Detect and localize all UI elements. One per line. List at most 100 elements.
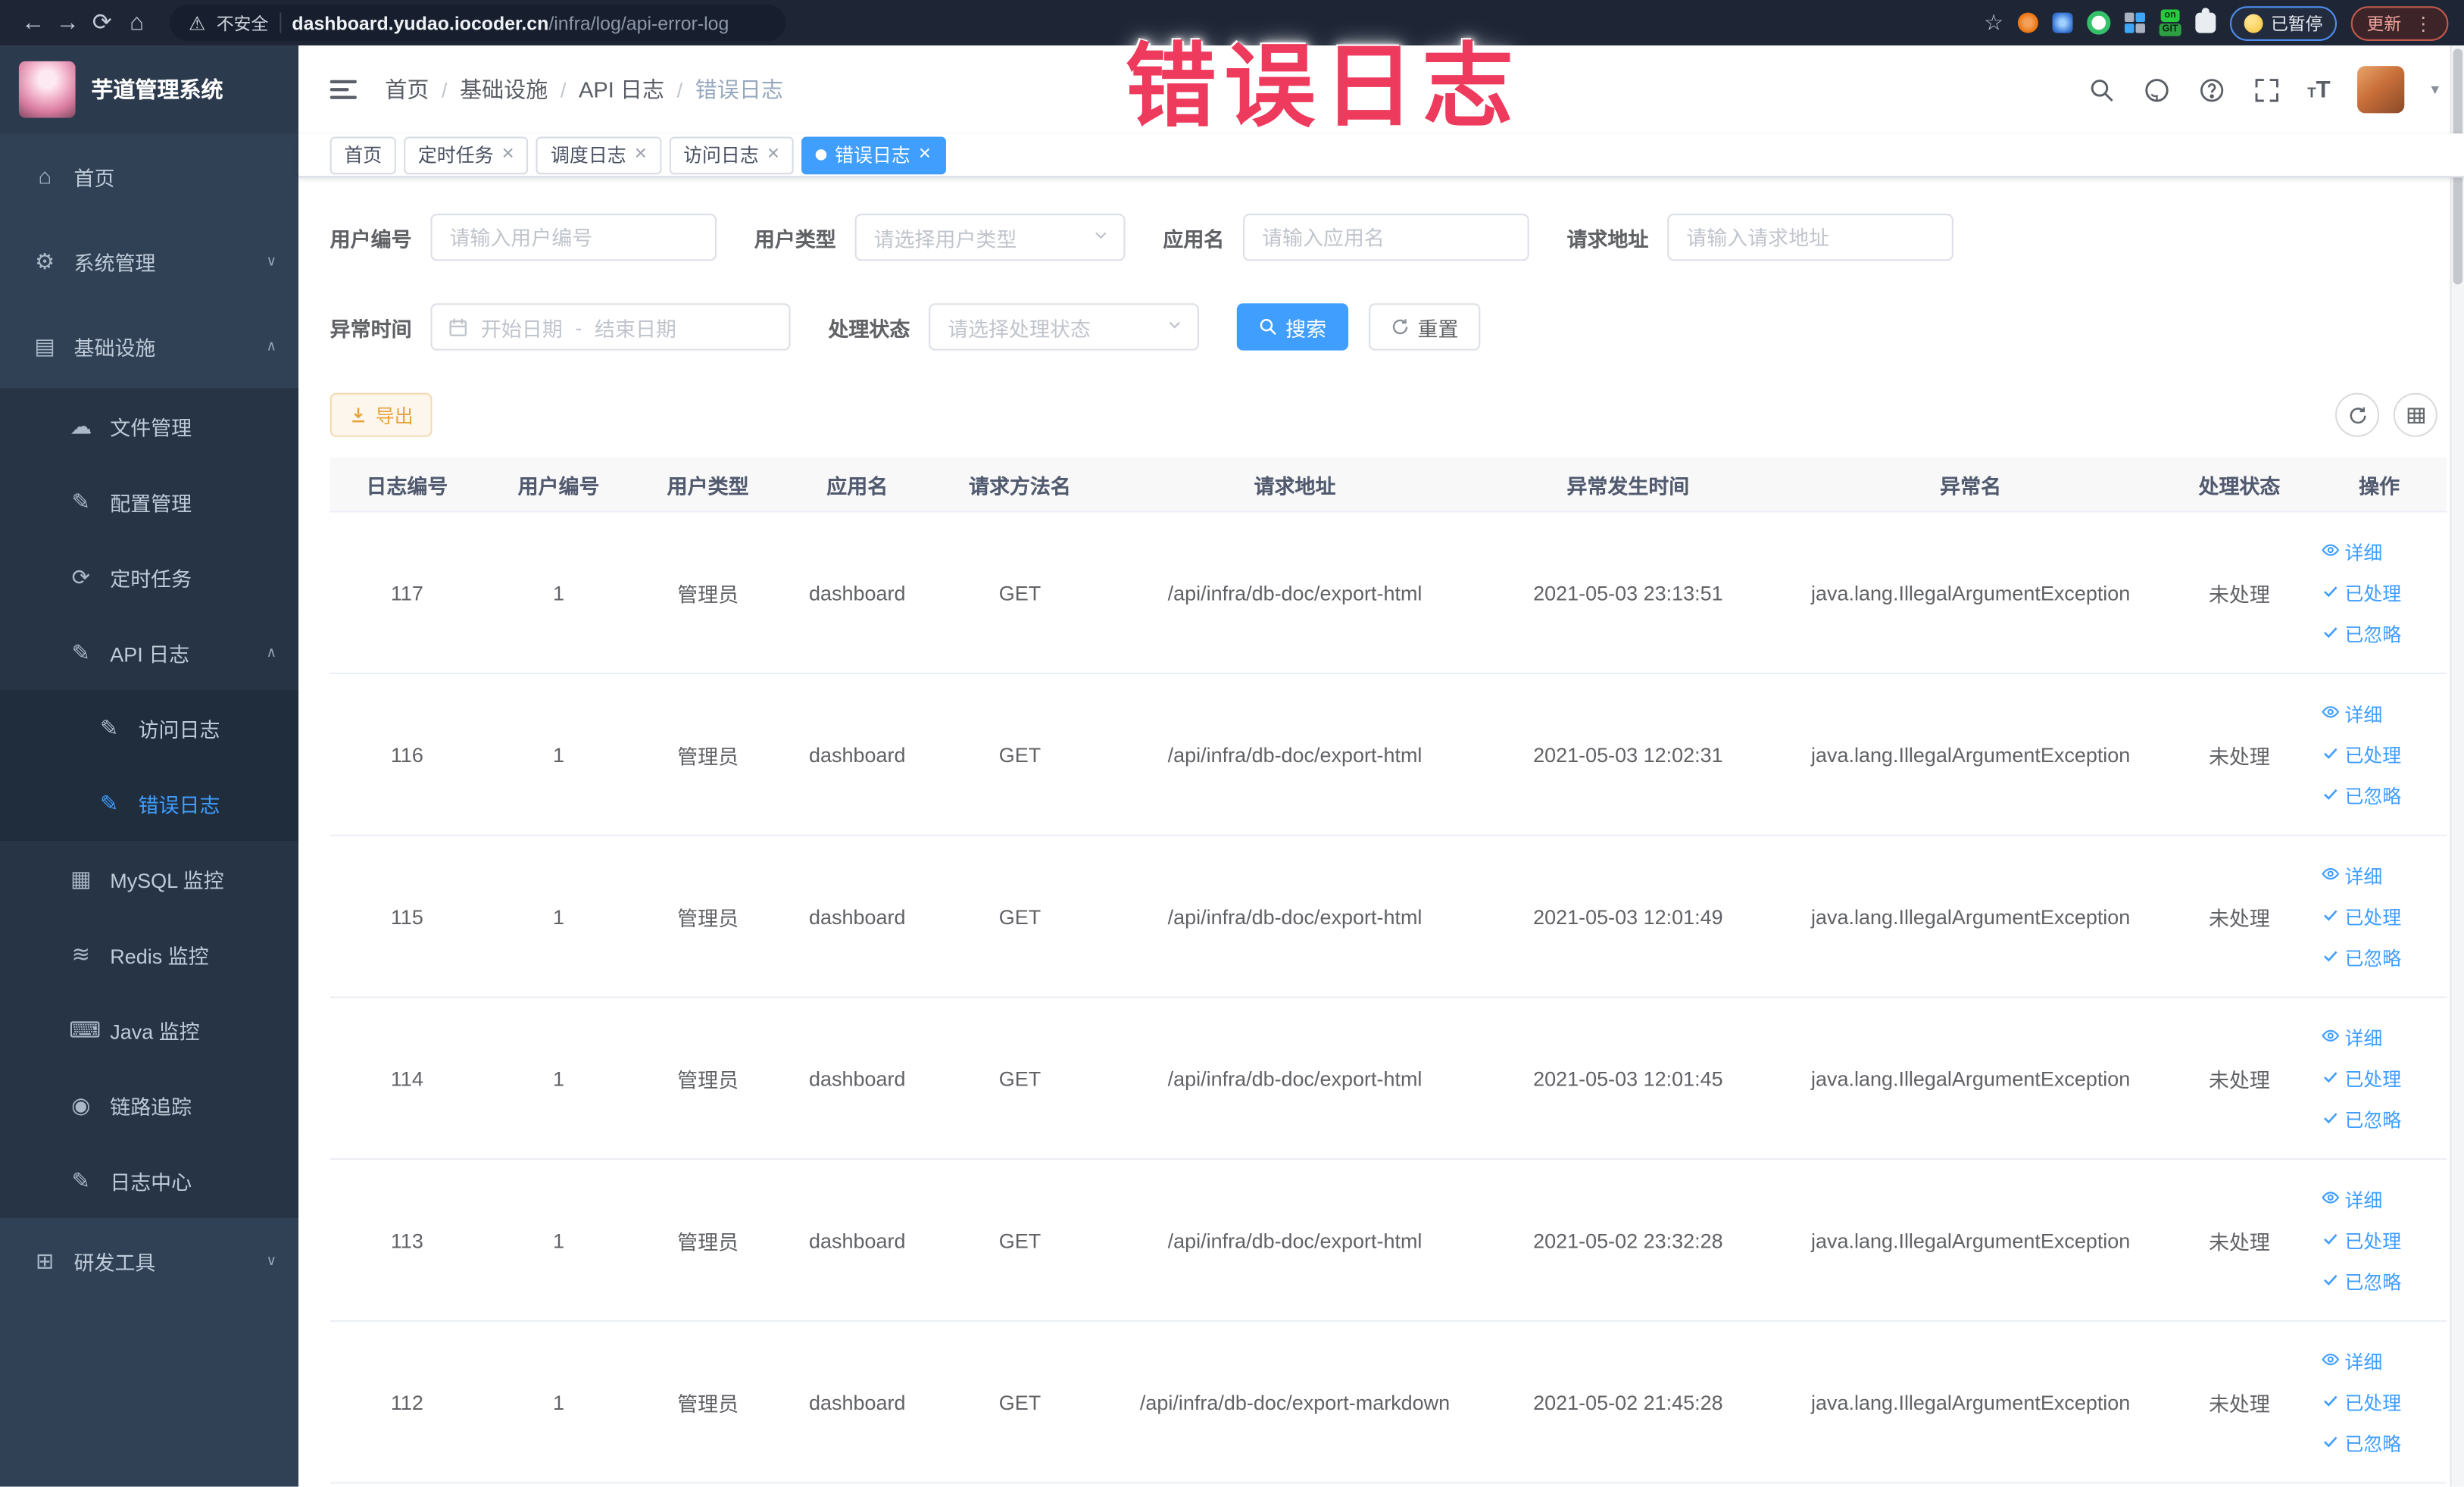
process-status-select[interactable]: 请选择处理状态 [929, 303, 1200, 351]
bookmark-star-icon[interactable]: ☆ [1984, 9, 2003, 36]
tab-error-log[interactable]: 错误日志 ✕ [801, 136, 946, 174]
browser-update-button[interactable]: 更新 ⋮ [2350, 5, 2449, 40]
action-label: 详细 [2344, 703, 2383, 726]
refresh-list-button[interactable] [2335, 392, 2380, 437]
export-button[interactable]: 导出 [329, 392, 433, 437]
sidebar-item-label: 首页 [73, 165, 115, 190]
sidebar-item-file-management[interactable]: ☁ 文件管理 [0, 388, 299, 464]
sidebar-item-cron-job[interactable]: ⟳ 定时任务 [0, 539, 299, 615]
forward-button[interactable]: → [50, 0, 85, 45]
eye-icon [2321, 540, 2340, 564]
chevron-down-icon: ∨ [266, 251, 277, 268]
row-action-ignored[interactable]: 已忽略 [2321, 620, 2401, 646]
row-action-detail[interactable]: 详细 [2321, 1348, 2382, 1374]
trace-eye-icon: ◉ [71, 1091, 91, 1117]
sidebar-item-link-trace[interactable]: ◉ 链路追踪 [0, 1067, 299, 1143]
row-action-detail[interactable]: 详细 [2321, 539, 2382, 565]
search-button[interactable]: 搜索 [1236, 303, 1349, 351]
close-icon[interactable]: ✕ [501, 146, 514, 164]
check-icon [2321, 945, 2340, 969]
cell-actions: 详细已处理已忽略 [2312, 674, 2447, 835]
row-action-ignored[interactable]: 已忽略 [2321, 1267, 2401, 1294]
home-button[interactable]: ⌂ [120, 0, 155, 45]
sidebar-item-config-management[interactable]: ✎ 配置管理 [0, 464, 299, 539]
breadcrumb-item[interactable]: 首页 [385, 74, 429, 105]
sidebar-item-label: 基础设施 [73, 335, 156, 360]
sidebar-item-infrastructure[interactable]: ▤ 基础设施 ∧ [0, 303, 299, 389]
cell-user_id: 1 [553, 580, 565, 604]
user-avatar[interactable] [2356, 66, 2405, 114]
breadcrumb-item[interactable]: 基础设施 [460, 74, 548, 105]
extension-orange-icon[interactable] [2017, 12, 2038, 33]
row-action-processed[interactable]: 已处理 [2321, 1065, 2401, 1092]
text-size-icon[interactable]: TT [2307, 77, 2330, 103]
sidebar-item-label: 配置管理 [110, 491, 192, 515]
row-action-processed[interactable]: 已处理 [2321, 579, 2401, 606]
app-name-input[interactable] [1243, 214, 1529, 261]
sidebar-item-log-center[interactable]: ✎ 日志中心 [0, 1142, 299, 1218]
row-action-processed[interactable]: 已处理 [2321, 1226, 2401, 1253]
row-action-processed[interactable]: 已处理 [2321, 741, 2401, 767]
extension-green-icon[interactable] [2087, 11, 2111, 35]
column-settings-button[interactable] [2393, 392, 2437, 437]
breadcrumb-item[interactable]: API 日志 [579, 74, 664, 105]
sidebar-item-redis-monitor[interactable]: ≋ Redis 监控 [0, 916, 299, 992]
row-action-ignored[interactable]: 已忽略 [2321, 944, 2401, 970]
row-action-ignored[interactable]: 已忽略 [2321, 1106, 2401, 1132]
action-label: 详细 [2344, 541, 2383, 564]
extension-grid-icon[interactable] [2124, 12, 2145, 33]
reload-button[interactable]: ⟳ [85, 0, 120, 45]
chevron-down-icon[interactable]: ▾ [2431, 81, 2438, 98]
user-type-select[interactable]: 请选择用户类型 [854, 214, 1126, 261]
kebab-menu-icon[interactable]: ⋮ [2414, 12, 2433, 34]
user-id-input[interactable] [430, 214, 717, 261]
row-action-ignored[interactable]: 已忽略 [2321, 1429, 2401, 1456]
tab-access-log[interactable]: 访问日志 ✕ [669, 136, 795, 174]
cell-method: GET [998, 742, 1042, 767]
sidebar-toggle-icon[interactable] [329, 80, 357, 99]
sidebar-item-mysql-monitor[interactable]: ▦ MySQL 监控 [0, 840, 299, 917]
reset-button[interactable]: 重置 [1369, 303, 1481, 351]
row-action-detail[interactable]: 详细 [2321, 700, 2382, 726]
request-url-input[interactable] [1667, 214, 1953, 261]
action-label: 已处理 [2344, 744, 2402, 767]
page-scrollbar[interactable] [2450, 45, 2464, 1487]
help-icon[interactable] [2197, 76, 2225, 104]
sidebar-item-label: 系统管理 [73, 250, 156, 275]
close-icon[interactable]: ✕ [767, 146, 779, 164]
exception-time-range-picker[interactable]: 开始日期 - 结束日期 [430, 303, 791, 351]
sidebar-item-api-log[interactable]: ✎ API 日志 ∧ [0, 614, 299, 690]
back-button[interactable]: ← [16, 0, 51, 45]
row-action-detail[interactable]: 详细 [2321, 1024, 2382, 1051]
search-icon[interactable] [2088, 76, 2116, 104]
tab-cron-job[interactable]: 定时任务 ✕ [404, 136, 529, 174]
app-logo[interactable]: 芋道管理系统 [0, 45, 299, 134]
close-icon[interactable]: ✕ [634, 146, 647, 164]
sidebar-item-access-log[interactable]: ✎ 访问日志 [0, 689, 299, 766]
extension-blue-icon[interactable] [2052, 12, 2073, 33]
row-action-detail[interactable]: 详细 [2321, 1186, 2382, 1212]
tab-schedule-log[interactable]: 调度日志 ✕ [536, 136, 662, 174]
sidebar-item-java-monitor[interactable]: ⌨ Java 监控 [0, 992, 299, 1067]
sidebar-item-label: Java 监控 [110, 1019, 200, 1043]
cell-actions: 详细 已处理 已忽略 [2312, 1160, 2447, 1320]
table-row: 117 1 管理员 dashboard GET/api/infra/db-doc/exp… [329, 512, 2447, 675]
paused-extension-pill[interactable]: 已暂停 [2229, 5, 2338, 40]
sidebar-item-error-log[interactable]: ✎ 错误日志 [0, 765, 299, 841]
close-icon[interactable]: ✕ [918, 146, 931, 164]
row-action-processed[interactable]: 已处理 [2321, 1389, 2401, 1415]
puzzle-icon[interactable] [2195, 8, 2216, 33]
cell-method: GET [998, 904, 1042, 929]
address-bar[interactable]: ⚠ 不安全 dashboard.yudao.iocoder.cn/infra/l… [170, 5, 786, 41]
sidebar-item-system-management[interactable]: ⚙ 系统管理 ∨ [0, 218, 299, 304]
row-action-ignored[interactable]: 已忽略 [2321, 782, 2401, 808]
sidebar-item-dev-tools[interactable]: ⊞ 研发工具 ∨ [0, 1217, 299, 1303]
row-action-processed[interactable]: 已处理 [2321, 903, 2401, 929]
tab-home[interactable]: 首页 [329, 136, 396, 174]
sidebar-item-home[interactable]: ⌂ 首页 [0, 133, 299, 219]
github-icon[interactable] [2142, 76, 2170, 104]
user-type-placeholder: 请选择用户类型 [873, 226, 1017, 251]
fullscreen-icon[interactable] [2253, 76, 2281, 104]
extension-badges[interactable]: on GIT [2159, 9, 2181, 36]
row-action-detail[interactable]: 详细 [2321, 862, 2382, 889]
